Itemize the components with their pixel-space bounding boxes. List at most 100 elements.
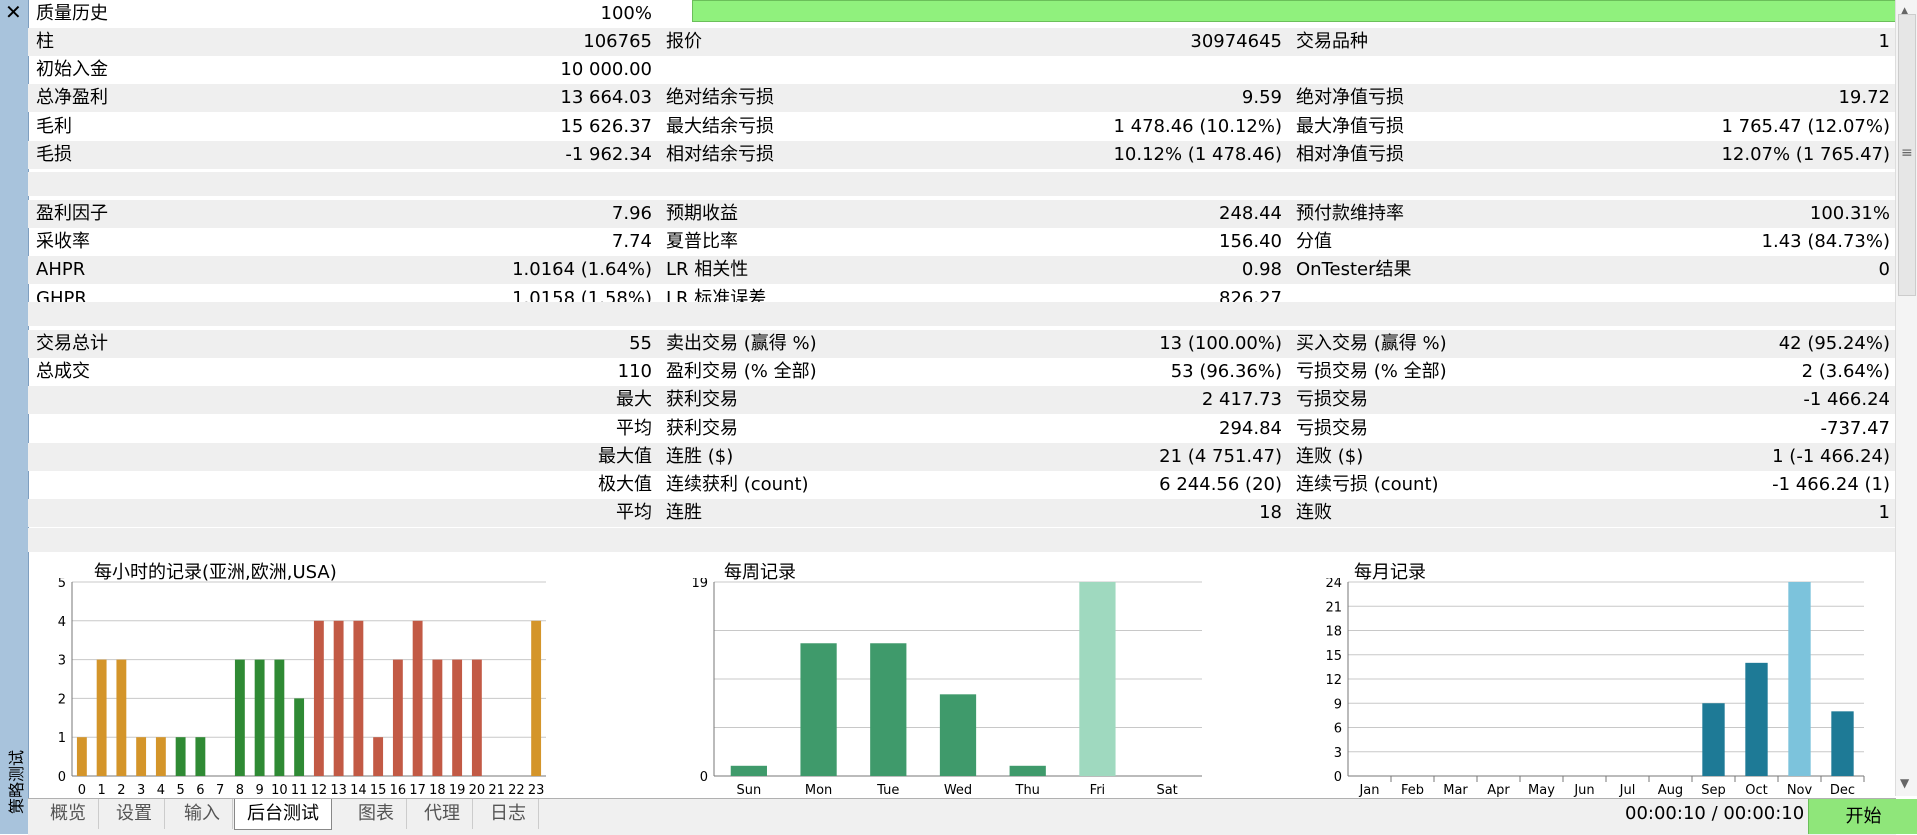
stat-value: -1 466.24 (1) <box>1772 474 1890 495</box>
stats-row: 初始入金 10 000.00 <box>28 56 1896 84</box>
bar <box>116 659 127 776</box>
x-tick-label: May <box>1528 783 1555 798</box>
stat-label: 最大结余亏损 <box>666 115 774 137</box>
stat-value: 106765 <box>583 31 652 52</box>
bar <box>1745 662 1768 776</box>
x-tick-label: Dec <box>1830 783 1855 798</box>
x-tick-label: 1 <box>97 783 105 798</box>
stat-value: 1.0164 (1.64%) <box>512 259 652 281</box>
stat-label: LR 相关性 <box>666 259 749 281</box>
stat-value: 110 <box>617 361 652 383</box>
x-tick-label: 14 <box>350 783 367 798</box>
stats-row: 采收率 7.74 夏普比率 156.40 分值 1.43 (84.73%) <box>28 228 1896 256</box>
stat-value: 9.59 <box>1241 87 1282 109</box>
side-label[interactable]: 策略测试 <box>3 745 27 819</box>
stat-label: 获利交易 <box>666 389 738 411</box>
stats-row: AHPR 1.0164 (1.64%) LR 相关性 0.98 OnTester结果 0 <box>28 256 1896 285</box>
x-tick-label: 6 <box>196 783 204 798</box>
stat-value: 100.31% <box>1809 203 1890 224</box>
quality-row: 质量历史 100% <box>28 0 1917 28</box>
y-tick-label: 12 <box>1325 673 1342 688</box>
x-tick-label: 2 <box>117 783 125 798</box>
tab-3[interactable]: 后台测试 <box>234 799 332 830</box>
stats-row: 总成交 110 盈利交易 (% 全部) 53 (96.36%) 亏损交易 (% 全部) 2… <box>28 358 1896 386</box>
stats-row: 最大值 连胜 ($) 21 (4 751.47) 连败 ($) 1 (-1 466.24… <box>28 442 1896 471</box>
scroll-down-icon[interactable]: ▼ <box>1900 776 1909 790</box>
x-tick-label: Sep <box>1701 783 1726 798</box>
y-tick-label: 9 <box>1334 697 1342 712</box>
tab-1[interactable]: 设置 <box>104 799 165 829</box>
quality-label: 质量历史 <box>36 3 108 24</box>
x-tick-label: Wed <box>944 783 972 798</box>
stats-row: 总净盈利 13 664.03 绝对结余亏损 9.59 绝对净值亏损 19.72 <box>28 84 1896 113</box>
stat-value: -1 466.24 <box>1803 389 1890 411</box>
stat-value: 7.74 <box>611 231 652 253</box>
stat-value: 13 (100.00%) <box>1159 333 1282 354</box>
bar <box>1079 582 1116 776</box>
x-tick-label: 15 <box>370 783 387 798</box>
x-tick-label: Oct <box>1745 783 1767 798</box>
tab-0[interactable]: 概览 <box>38 799 99 829</box>
separator-row <box>28 302 1896 326</box>
stat-label: 预付款维持率 <box>1296 203 1404 224</box>
stat-label: 柱 <box>36 31 54 52</box>
stat-label: 相对结余亏损 <box>666 143 774 165</box>
stat-value: 55 <box>629 333 652 354</box>
x-tick-label: 23 <box>528 783 545 798</box>
tab-4[interactable]: 图表 <box>346 799 407 829</box>
x-tick-label: 7 <box>216 783 224 798</box>
y-tick-label: 0 <box>58 770 66 785</box>
stat-value: 6 244.56 (20) <box>1159 474 1282 495</box>
stat-label: 最大净值亏损 <box>1296 115 1404 137</box>
stat-value: 19.72 <box>1838 87 1890 109</box>
stats-row: 毛损 -1 962.34 相对结余亏损 10.12% (1 478.46) 相对净值亏损… <box>28 140 1896 169</box>
stats-row: 平均 获利交易 294.84 亏损交易 -737.47 <box>28 415 1896 443</box>
stat-value: 10.12% (1 478.46) <box>1113 143 1282 165</box>
bar <box>234 659 245 776</box>
stats-row: 最大 获利交易 2 417.73 亏损交易 -1 466.24 <box>28 386 1896 415</box>
x-tick-label: Thu <box>1015 783 1040 798</box>
y-tick-label: 3 <box>1334 746 1342 761</box>
stat-value: 2 (3.64%) <box>1801 361 1890 383</box>
y-tick-label: 24 <box>1325 578 1342 591</box>
bar <box>800 643 837 776</box>
stat-value: 最大 <box>616 389 652 411</box>
bar <box>333 620 344 776</box>
stat-label: 预期收益 <box>666 203 738 224</box>
bar <box>432 659 443 776</box>
stat-value: 10 000.00 <box>560 59 652 81</box>
x-tick-label: Mon <box>805 783 832 798</box>
quality-bar <box>692 0 1917 22</box>
x-tick-label: Jul <box>1619 783 1636 798</box>
stat-value: 294.84 <box>1219 417 1282 439</box>
stat-value: 1 <box>1878 502 1890 524</box>
stat-label: 相对净值亏损 <box>1296 143 1404 165</box>
bar <box>254 659 265 776</box>
stats-row: 平均 连胜 18 连败 1 <box>28 499 1896 528</box>
close-icon[interactable]: ✕ <box>5 0 22 24</box>
tab-2[interactable]: 输入 <box>172 799 233 829</box>
y-tick-label: 0 <box>1334 770 1342 785</box>
stat-label: 连败 ($) <box>1296 445 1364 467</box>
stat-value: 1 478.46 (10.12%) <box>1113 115 1282 137</box>
x-tick-label: 16 <box>390 783 407 798</box>
stat-label: 连败 <box>1296 502 1332 524</box>
bar <box>274 659 285 776</box>
stat-label: 获利交易 <box>666 417 738 439</box>
bar <box>392 659 403 776</box>
x-tick-label: 10 <box>271 783 288 798</box>
bar <box>870 643 907 776</box>
tab-6[interactable]: 日志 <box>478 799 539 829</box>
tab-5[interactable]: 代理 <box>412 799 473 829</box>
start-button[interactable]: 开始 <box>1808 799 1917 834</box>
stat-label: 盈利交易 (% 全部) <box>666 361 817 383</box>
vertical-scrollbar[interactable]: ▲ ≡ ▼ <box>1895 0 1917 796</box>
stats-row: 盈利因子 7.96 预期收益 248.44 预付款维持率 100.31% <box>28 200 1896 228</box>
x-tick-label: 3 <box>137 783 145 798</box>
stat-value: 13 664.03 <box>560 87 652 109</box>
x-tick-label: 5 <box>176 783 184 798</box>
x-tick-label: 13 <box>330 783 347 798</box>
stat-value: 18 <box>1259 502 1282 524</box>
bar <box>1788 582 1811 776</box>
bar <box>313 620 324 776</box>
